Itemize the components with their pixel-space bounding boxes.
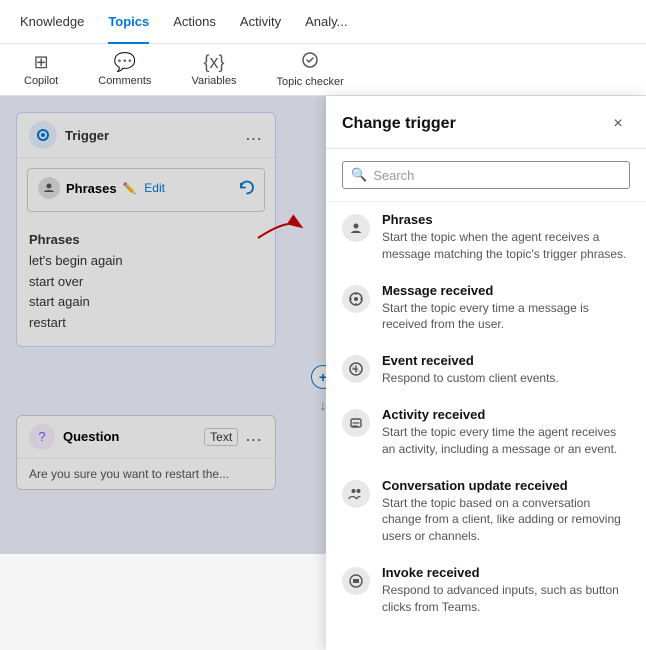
phrases-option-icon bbox=[342, 214, 370, 242]
search-box: 🔍 bbox=[342, 161, 630, 189]
invoke-option-desc: Respond to advanced inputs, such as butt… bbox=[382, 582, 630, 616]
toolbar: ⊞ Copilot 💬 Comments {x} Variables Topic… bbox=[0, 44, 646, 96]
dialog-header: Change trigger × bbox=[326, 96, 646, 149]
variables-icon: {x} bbox=[203, 52, 224, 73]
message-option-icon bbox=[342, 285, 370, 313]
conversation-option-desc: Start the topic based on a conversation … bbox=[382, 495, 630, 545]
phrases-option-name: Phrases bbox=[382, 212, 630, 227]
top-nav: Knowledge Topics Actions Activity Analy.… bbox=[0, 0, 646, 44]
phrases-option-desc: Start the topic when the agent receives … bbox=[382, 229, 630, 263]
event-option-name: Event received bbox=[382, 353, 559, 368]
nav-activity[interactable]: Activity bbox=[228, 0, 293, 44]
activity-option-name: Activity received bbox=[382, 407, 630, 422]
triggers-list: Phrases Start the topic when the agent r… bbox=[326, 202, 646, 650]
toolbar-copilot[interactable]: ⊞ Copilot bbox=[16, 48, 66, 91]
trigger-option-event[interactable]: Event received Respond to custom client … bbox=[326, 343, 646, 397]
close-dialog-button[interactable]: × bbox=[606, 112, 630, 136]
toolbar-topic-checker[interactable]: Topic checker bbox=[268, 47, 351, 92]
copilot-icon: ⊞ bbox=[34, 52, 49, 73]
trigger-option-activity[interactable]: Activity received Start the topic every … bbox=[326, 397, 646, 468]
event-option-desc: Respond to custom client events. bbox=[382, 370, 559, 387]
change-trigger-dialog: Change trigger × 🔍 Ph bbox=[326, 96, 646, 650]
toolbar-comments[interactable]: 💬 Comments bbox=[90, 48, 159, 91]
nav-actions[interactable]: Actions bbox=[161, 0, 228, 44]
search-icon: 🔍 bbox=[351, 167, 367, 183]
conversation-option-icon bbox=[342, 480, 370, 508]
main-area: Trigger ... Phrases ✏️ Edit bbox=[0, 96, 646, 554]
nav-analytics[interactable]: Analy... bbox=[293, 0, 359, 44]
conversation-option-name: Conversation update received bbox=[382, 478, 630, 493]
nav-knowledge[interactable]: Knowledge bbox=[8, 0, 96, 44]
comments-icon: 💬 bbox=[114, 52, 136, 73]
trigger-option-conversation[interactable]: Conversation update received Start the t… bbox=[326, 468, 646, 555]
toolbar-variables[interactable]: {x} Variables bbox=[183, 48, 244, 91]
trigger-option-message[interactable]: Message received Start the topic every t… bbox=[326, 273, 646, 344]
search-container: 🔍 bbox=[326, 149, 646, 202]
message-option-desc: Start the topic every time a message is … bbox=[382, 300, 630, 334]
invoke-option-icon bbox=[342, 567, 370, 595]
message-option-name: Message received bbox=[382, 283, 630, 298]
trigger-option-phrases[interactable]: Phrases Start the topic when the agent r… bbox=[326, 202, 646, 273]
activity-option-icon bbox=[342, 409, 370, 437]
nav-topics[interactable]: Topics bbox=[96, 0, 161, 44]
topic-checker-icon bbox=[301, 51, 319, 74]
dialog-title: Change trigger bbox=[342, 115, 456, 133]
search-input[interactable] bbox=[373, 168, 621, 183]
trigger-option-invoke[interactable]: Invoke received Respond to advanced inpu… bbox=[326, 555, 646, 626]
activity-option-desc: Start the topic every time the agent rec… bbox=[382, 424, 630, 458]
event-option-icon bbox=[342, 355, 370, 383]
invoke-option-name: Invoke received bbox=[382, 565, 630, 580]
